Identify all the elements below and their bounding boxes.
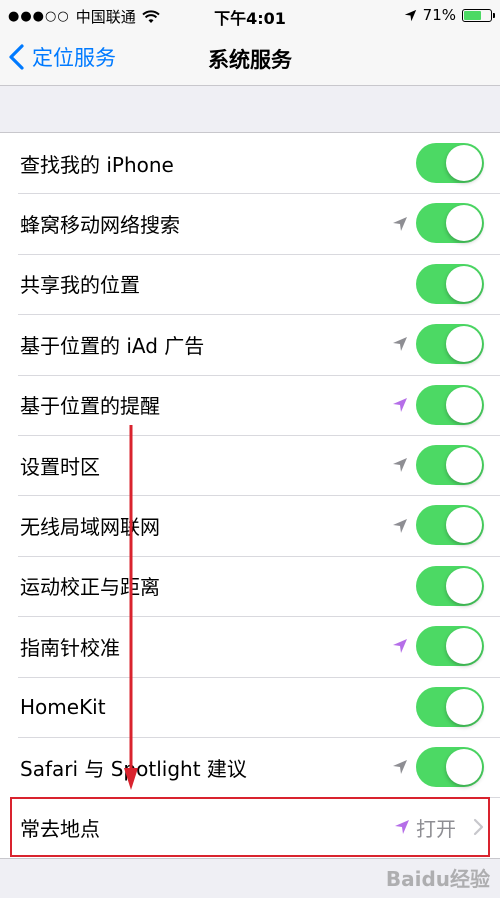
service-toggle[interactable] — [416, 444, 484, 485]
location-arrow-icon — [393, 518, 407, 533]
location-arrow-icon — [393, 458, 407, 473]
toggle-knob — [446, 205, 482, 242]
service-label: 查找我的 iPhone — [20, 152, 174, 177]
service-label: 蜂窝移动网络搜索 — [20, 213, 180, 238]
service-toggle[interactable] — [416, 384, 484, 425]
service-row: 共享我的位置 — [0, 253, 500, 314]
service-toggle[interactable] — [416, 626, 484, 667]
battery-percent: 71% — [422, 6, 456, 24]
toggle-knob — [446, 326, 482, 363]
status-right: 71% — [404, 6, 495, 24]
location-arrow-icon — [393, 639, 407, 654]
service-label: 基于位置的 iAd 广告 — [20, 333, 205, 358]
service-row: HomeKit — [0, 676, 500, 737]
location-arrow-icon — [393, 337, 407, 352]
system-services-list: 查找我的 iPhone 蜂窝移动网络搜索 共享我的位置基于位置的 iAd 广告 基于位… — [0, 132, 500, 859]
battery-icon — [462, 8, 495, 22]
service-label: 无线局域网联网 — [20, 515, 160, 540]
location-arrow-icon — [393, 397, 407, 412]
service-label: 基于位置的提醒 — [20, 394, 160, 419]
service-row: 蜂窝移动网络搜索 — [0, 193, 500, 253]
service-label: HomeKit — [20, 694, 106, 719]
location-arrow-icon — [393, 760, 407, 775]
service-toggle[interactable] — [416, 505, 484, 546]
service-toggle[interactable] — [416, 686, 484, 727]
service-label: Safari 与 Spotlight 建议 — [20, 756, 247, 781]
service-toggle[interactable] — [416, 565, 484, 606]
service-label: 运动校正与距离 — [20, 575, 160, 600]
annotation-highlight-box — [10, 797, 490, 857]
toggle-knob — [446, 507, 482, 544]
page-title: 系统服务 — [208, 48, 292, 72]
toggle-knob — [446, 145, 482, 181]
toggle-knob — [446, 567, 482, 604]
status-bar: ●●●○○ 中国联通 下午4:01 71% — [0, 0, 500, 30]
location-arrow-icon — [404, 9, 416, 21]
watermark: Baidu经验 — [385, 867, 490, 891]
service-label: 指南针校准 — [20, 635, 120, 660]
service-toggle[interactable] — [416, 324, 484, 365]
toggle-knob — [446, 748, 482, 785]
service-toggle[interactable] — [416, 263, 484, 304]
service-row: 无线局域网联网 — [0, 495, 500, 555]
toggle-knob — [446, 386, 482, 423]
service-row: Safari 与 Spotlight 建议 — [0, 736, 500, 797]
toggle-knob — [446, 446, 482, 483]
toggle-knob — [446, 628, 482, 665]
service-label: 设置时区 — [20, 454, 100, 479]
location-arrow-icon — [393, 216, 407, 231]
service-toggle[interactable] — [416, 746, 484, 787]
service-row: 设置时区 — [0, 434, 500, 495]
service-row: 运动校正与距离 — [0, 555, 500, 616]
service-row: 基于位置的提醒 — [0, 374, 500, 435]
toggle-knob — [446, 688, 482, 725]
service-toggle[interactable] — [416, 143, 484, 183]
service-label: 共享我的位置 — [20, 273, 140, 298]
toggle-knob — [446, 265, 482, 302]
service-row: 基于位置的 iAd 广告 — [0, 314, 500, 374]
service-row: 指南针校准 — [0, 616, 500, 676]
battery-fill — [464, 10, 482, 20]
service-toggle[interactable] — [416, 203, 484, 244]
navigation-bar: 定位服务 系统服务 — [0, 30, 500, 86]
service-row: 查找我的 iPhone — [0, 133, 500, 193]
